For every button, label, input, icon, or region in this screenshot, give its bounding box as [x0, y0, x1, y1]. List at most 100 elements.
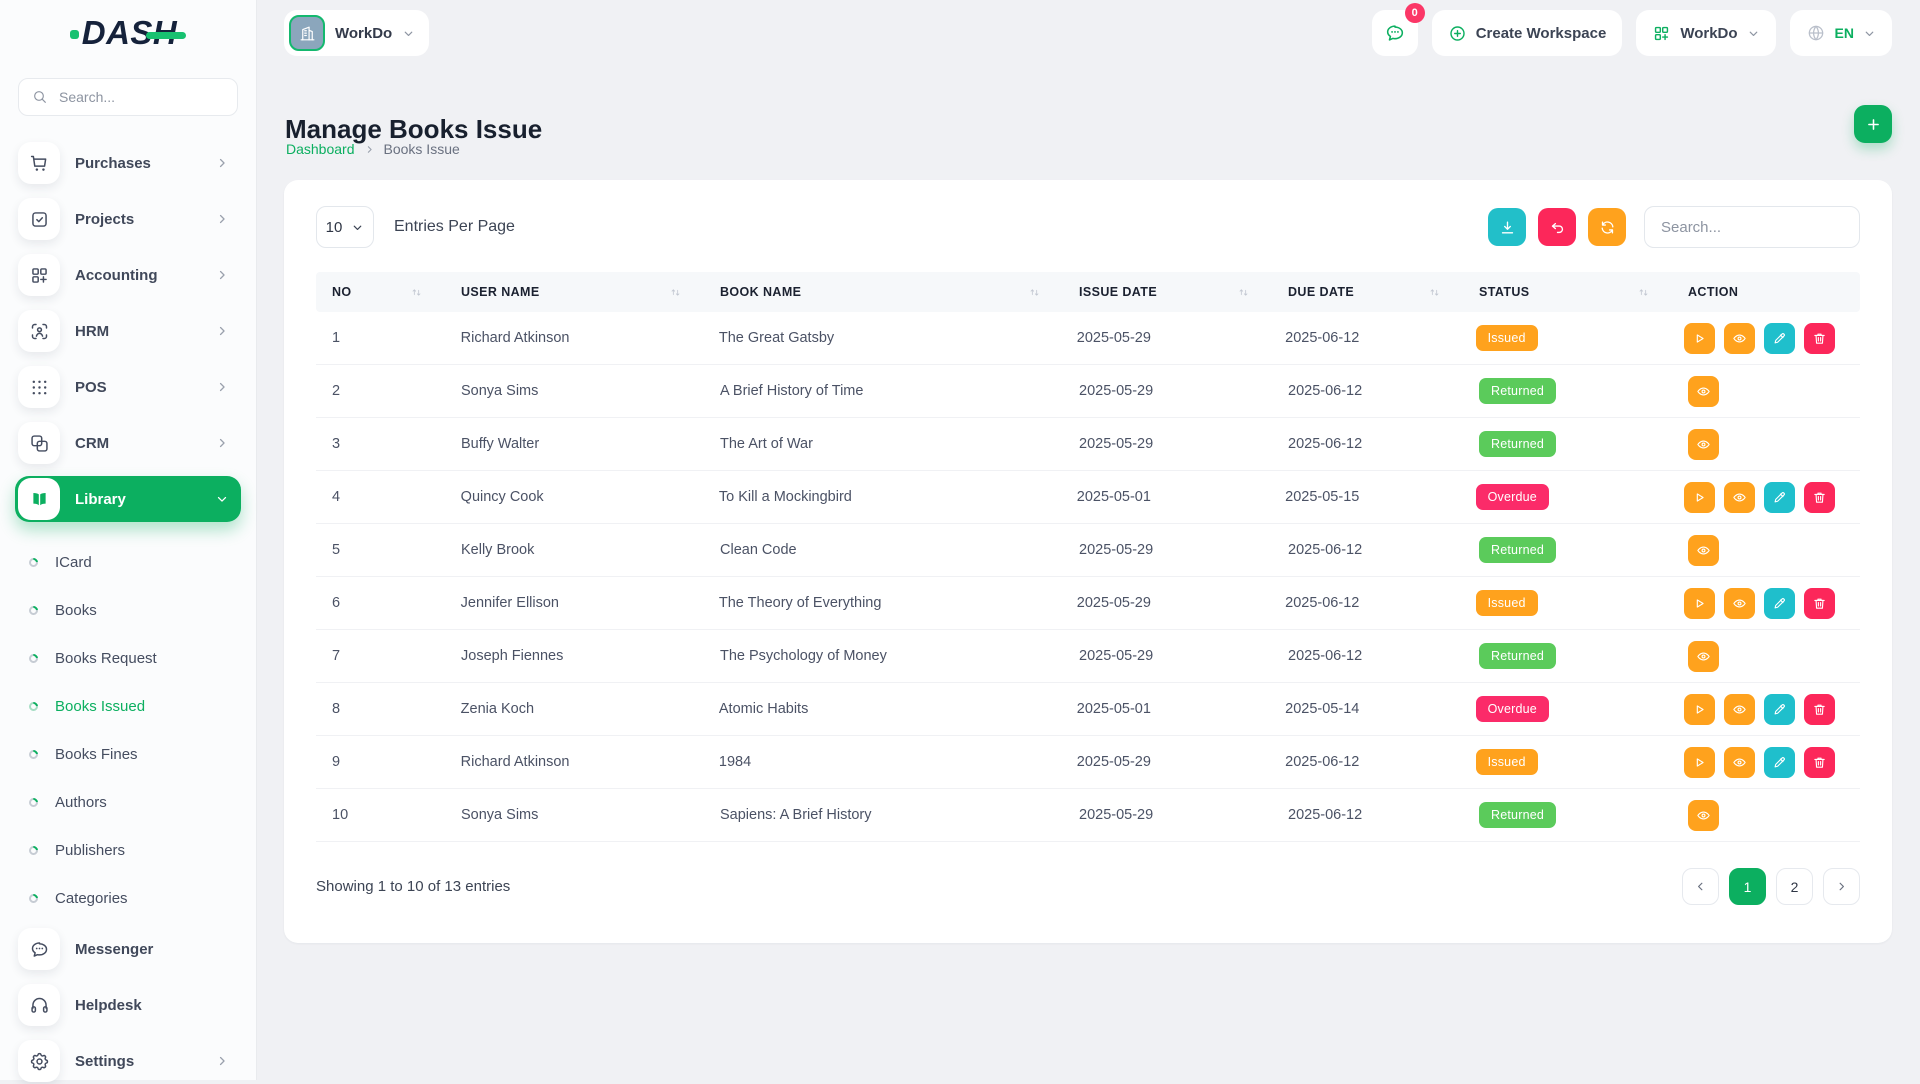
pagination-page-button[interactable]: 2 — [1776, 868, 1813, 905]
eye-button[interactable] — [1724, 747, 1755, 778]
reset-button[interactable] — [1538, 208, 1576, 246]
sidebar-submenu-item[interactable]: Categories — [15, 874, 241, 922]
edit-button[interactable] — [1764, 588, 1795, 619]
status-badge: Issued — [1476, 590, 1538, 616]
cell-no: 7 — [316, 648, 445, 664]
sidebar-menu-item[interactable]: Settings — [15, 1038, 241, 1084]
eye-button[interactable] — [1688, 641, 1719, 672]
sort-icon[interactable] — [1237, 286, 1250, 299]
menu-item-label: POS — [75, 379, 107, 396]
workspace-selector[interactable]: WorkDo — [284, 10, 429, 56]
sidebar-submenu-item[interactable]: Books Request — [15, 634, 241, 682]
cell-issue-date: 2025-05-29 — [1063, 383, 1272, 399]
column-header[interactable]: ISSUE DATE — [1063, 272, 1272, 312]
menu-icon-box — [18, 422, 60, 464]
play-button[interactable] — [1684, 694, 1715, 725]
sidebar-submenu-item[interactable]: ICard — [15, 538, 241, 586]
sidebar-submenu-item[interactable]: Books Issued — [15, 682, 241, 730]
books-issue-card: 10 Entries Per Page NO — [284, 180, 1892, 943]
edit-button[interactable] — [1764, 323, 1795, 354]
messages-button[interactable]: 0 — [1372, 10, 1418, 56]
eye-button[interactable] — [1724, 323, 1755, 354]
pagination-page-button[interactable]: 1 — [1729, 868, 1766, 905]
column-header[interactable]: NO — [316, 272, 445, 312]
workdo-menu-button[interactable]: WorkDo — [1636, 10, 1775, 56]
export-button[interactable] — [1488, 208, 1526, 246]
cell-issue-date: 2025-05-01 — [1061, 701, 1269, 717]
edit-button[interactable] — [1764, 747, 1795, 778]
sidebar-menu-item[interactable]: HRM — [15, 308, 241, 354]
menu-item-label: Settings — [75, 1053, 134, 1070]
cell-user-name: Jennifer Ellison — [445, 595, 703, 611]
sidebar-menu-item[interactable]: Accounting — [15, 252, 241, 298]
entries-per-page-label: Entries Per Page — [394, 218, 515, 236]
trash-button[interactable] — [1804, 588, 1835, 619]
pagination-prev-button[interactable] — [1682, 868, 1719, 905]
sort-icon[interactable] — [1637, 286, 1650, 299]
column-header[interactable]: DUE DATE — [1272, 272, 1463, 312]
column-header[interactable]: ACTION — [1672, 272, 1860, 312]
sidebar-submenu-item[interactable]: Publishers — [15, 826, 241, 874]
cell-no: 6 — [316, 595, 445, 611]
play-button[interactable] — [1684, 323, 1715, 354]
sort-icon[interactable] — [1028, 286, 1041, 299]
play-button[interactable] — [1684, 588, 1715, 619]
chevron-right-icon — [364, 144, 375, 155]
entries-per-page-select[interactable]: 10 — [316, 206, 374, 248]
sidebar-submenu-item[interactable]: Authors — [15, 778, 241, 826]
cell-book-name: The Art of War — [704, 436, 1063, 452]
sidebar-menu-item[interactable]: POS — [15, 364, 241, 410]
breadcrumb-home-link[interactable]: Dashboard — [286, 141, 355, 157]
language-selector[interactable]: EN — [1790, 10, 1892, 56]
column-header[interactable]: BOOK NAME — [704, 272, 1063, 312]
refresh-button[interactable] — [1588, 208, 1626, 246]
menu-item-label: Library — [75, 491, 126, 508]
eye-button[interactable] — [1688, 429, 1719, 460]
trash-button[interactable] — [1804, 323, 1835, 354]
menu-item-label: Purchases — [75, 155, 151, 172]
table-row: 10 Sonya Sims Sapiens: A Brief History 2… — [316, 789, 1860, 842]
create-workspace-button[interactable]: Create Workspace — [1432, 10, 1623, 56]
column-header[interactable]: STATUS — [1463, 272, 1672, 312]
sidebar-menu-item[interactable]: Purchases — [15, 140, 241, 186]
sidebar-submenu-item[interactable]: Books Fines — [15, 730, 241, 778]
trash-button[interactable] — [1804, 482, 1835, 513]
sidebar-menu-item[interactable]: Messenger — [15, 926, 241, 972]
column-header[interactable]: USER NAME — [445, 272, 704, 312]
add-book-issue-button[interactable] — [1854, 105, 1892, 143]
overlap-squares-icon — [29, 433, 50, 454]
table-row: 7 Joseph Fiennes The Psychology of Money… — [316, 630, 1860, 683]
edit-button[interactable] — [1764, 694, 1795, 725]
cell-status: Issued — [1460, 590, 1668, 616]
sort-icon[interactable] — [669, 286, 682, 299]
chevron-right-icon — [215, 212, 229, 226]
pagination-next-button[interactable] — [1823, 868, 1860, 905]
eye-button[interactable] — [1724, 482, 1755, 513]
cell-status: Overdue — [1460, 484, 1668, 510]
eye-button[interactable] — [1688, 376, 1719, 407]
sidebar-menu-item[interactable]: Library — [15, 476, 241, 522]
chevron-down-icon — [351, 221, 364, 234]
trash-button[interactable] — [1804, 694, 1835, 725]
entries-select-value: 10 — [326, 219, 343, 236]
workdo-menu-label: WorkDo — [1680, 25, 1737, 42]
edit-button[interactable] — [1764, 482, 1795, 513]
table-search-input[interactable] — [1644, 206, 1860, 248]
eye-button[interactable] — [1724, 694, 1755, 725]
sidebar-submenu-item[interactable]: Books — [15, 586, 241, 634]
headset-icon — [29, 995, 50, 1016]
eye-button[interactable] — [1688, 800, 1719, 831]
sort-icon[interactable] — [1428, 286, 1441, 299]
submenu-item-label: Books Issued — [55, 698, 145, 715]
topbar: WorkDo 0 Create Workspace WorkDo EN — [256, 0, 1920, 66]
trash-button[interactable] — [1804, 747, 1835, 778]
sort-icon[interactable] — [410, 286, 423, 299]
sidebar-search-input[interactable] — [57, 88, 242, 106]
sidebar-menu-item[interactable]: Projects — [15, 196, 241, 242]
sidebar-menu-item[interactable]: Helpdesk — [15, 982, 241, 1028]
play-button[interactable] — [1684, 747, 1715, 778]
sidebar-menu-item[interactable]: CRM — [15, 420, 241, 466]
eye-button[interactable] — [1724, 588, 1755, 619]
play-button[interactable] — [1684, 482, 1715, 513]
eye-button[interactable] — [1688, 535, 1719, 566]
